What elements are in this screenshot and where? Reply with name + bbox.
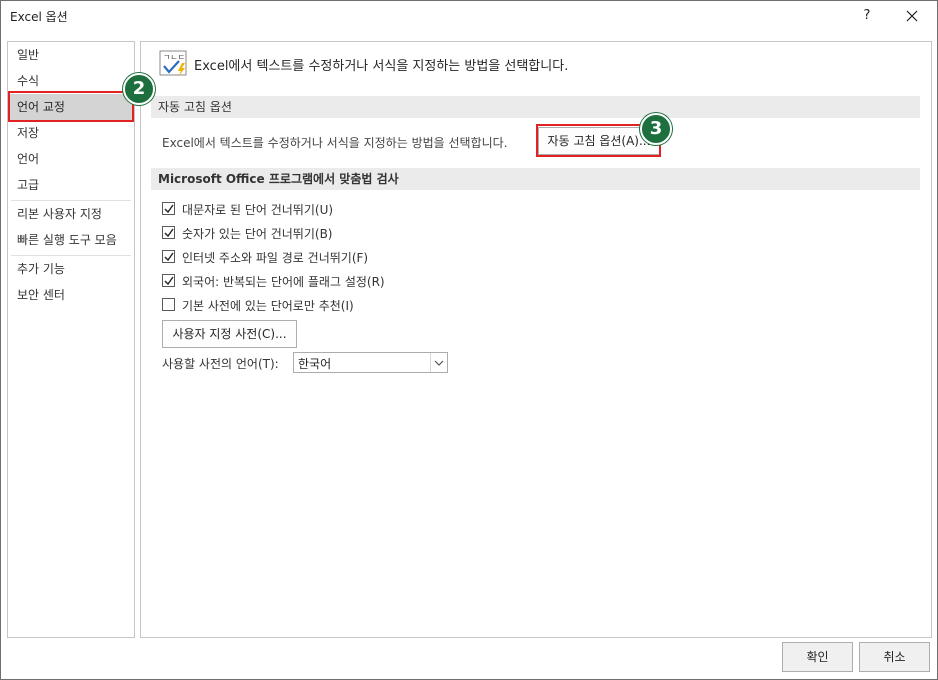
checkbox-box[interactable] [162, 202, 175, 215]
checkbox-label: 기본 사전에 있는 단어로만 추천(I) [182, 299, 354, 313]
checkbox-box[interactable] [162, 274, 175, 287]
checkmark-icon [164, 204, 174, 214]
spelling-section-header: Microsoft Office 프로그램에서 맞춤법 검사 [151, 168, 920, 190]
help-button[interactable]: ? [853, 4, 881, 28]
checkmark-icon [164, 252, 174, 262]
autocorrect-description: Excel에서 텍스트를 수정하거나 서식을 지정하는 방법을 선택합니다. [162, 136, 508, 150]
dropdown-arrow[interactable] [430, 353, 447, 372]
step-marker-3: 3 [640, 113, 672, 145]
title-bar: Excel 옵션 ? [1, 1, 937, 32]
sidebar-item-customize-ribbon[interactable]: 리본 사용자 지정 [8, 201, 134, 227]
sidebar-item-save[interactable]: 저장 [8, 120, 134, 146]
svg-text:ㄱㄴㄷ: ㄱㄴㄷ [163, 53, 185, 62]
sidebar-item-general[interactable]: 일반 [8, 42, 134, 68]
page-header-text: Excel에서 텍스트를 수정하거나 서식을 지정하는 방법을 선택합니다. [194, 59, 569, 74]
autocorrect-section-header: 자동 고침 옵션 [151, 96, 920, 118]
proofing-abc-check-icon: ㄱㄴㄷ [159, 50, 187, 77]
checkbox-box[interactable] [162, 250, 175, 263]
category-sidebar: 일반 수식 언어 교정 저장 언어 고급 리본 사용자 지정 빠른 실행 도구 … [7, 41, 135, 638]
window-title: Excel 옵션 [10, 10, 68, 24]
sidebar-item-add-ins[interactable]: 추가 기능 [8, 256, 134, 282]
proofing-highlight-box [8, 91, 134, 122]
sidebar-item-quick-access-toolbar[interactable]: 빠른 실행 도구 모음 [8, 227, 134, 253]
dictionary-language-value: 한국어 [298, 357, 332, 371]
checkbox-label: 외국어: 반복되는 단어에 플래그 설정(R) [182, 275, 385, 289]
close-icon [906, 10, 918, 22]
close-button[interactable] [898, 4, 926, 28]
custom-dictionaries-button[interactable]: 사용자 지정 사전(C)... [162, 320, 297, 348]
chevron-down-icon [434, 360, 444, 366]
dictionary-language-label: 사용할 사전의 언어(T): [162, 357, 279, 371]
checkbox-box[interactable] [162, 298, 175, 311]
sidebar-item-language[interactable]: 언어 [8, 146, 134, 172]
checkbox-label: 인터넷 주소와 파일 경로 건너뛰기(F) [182, 251, 369, 265]
step-marker-2: 2 [123, 73, 155, 105]
checkbox-label: 숫자가 있는 단어 건너뛰기(B) [182, 227, 333, 241]
checkbox-box[interactable] [162, 226, 175, 239]
ok-button[interactable]: 확인 [782, 642, 853, 672]
checkmark-icon [164, 228, 174, 238]
checkbox-label: 대문자로 된 단어 건너뛰기(U) [182, 203, 334, 217]
dictionary-language-select[interactable]: 한국어 [293, 352, 448, 373]
excel-options-dialog: Excel 옵션 ? 일반 수식 언어 교정 저장 언어 고급 리본 사용자 지… [0, 0, 938, 680]
sidebar-item-trust-center[interactable]: 보안 센터 [8, 282, 134, 308]
sidebar-item-advanced[interactable]: 고급 [8, 172, 134, 198]
cancel-button[interactable]: 취소 [859, 642, 930, 672]
checkmark-icon [164, 276, 174, 286]
